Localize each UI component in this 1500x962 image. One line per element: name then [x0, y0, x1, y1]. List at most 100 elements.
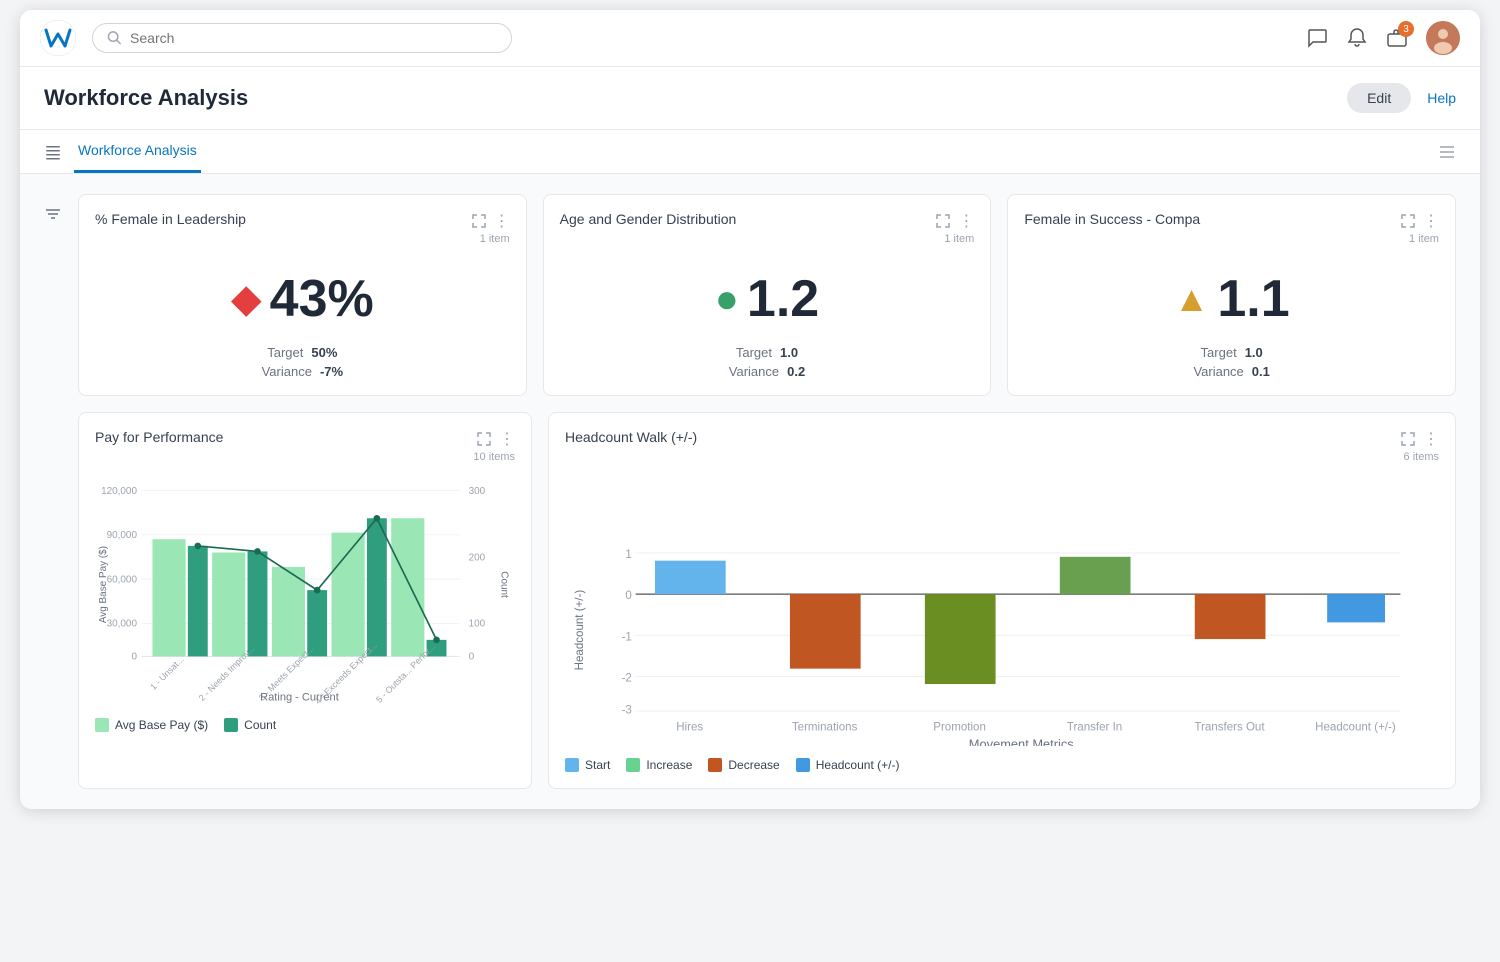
expand-icon-3[interactable] — [1401, 214, 1415, 228]
svg-text:Terminations: Terminations — [792, 721, 858, 733]
metric-indicator-female: ◆ — [231, 276, 262, 322]
item-count-female-success: 1 item — [1024, 233, 1439, 245]
top-row: % Female in Leadership — [78, 194, 1456, 396]
svg-text:Hires: Hires — [676, 721, 703, 733]
bar-count-4 — [367, 518, 387, 656]
card-header-headcount-walk: Headcount Walk (+/-) — [565, 429, 1439, 449]
main-content: % Female in Leadership — [20, 174, 1480, 809]
page-header: Workforce Analysis Edit Help — [20, 67, 1480, 130]
svg-text:-3: -3 — [622, 705, 632, 717]
card-age-gender: Age and Gender Distribution — [543, 194, 992, 396]
content-area: % Female in Leadership — [44, 194, 1456, 789]
headcount-walk-legend: Start Increase Decrease — [565, 758, 1439, 772]
variance-value-female: -7% — [320, 364, 343, 379]
bar-pay-1 — [152, 539, 185, 656]
briefcase-icon[interactable]: 3 — [1386, 27, 1408, 49]
list-icon[interactable] — [44, 143, 62, 161]
card-actions-female-leadership: ⋮ — [472, 211, 510, 231]
svg-text:Headcount (+/-): Headcount (+/-) — [574, 590, 586, 671]
metric-display-female-leadership: ◆ 43% — [95, 269, 510, 329]
svg-text:1: 1 — [625, 549, 631, 561]
bell-icon[interactable] — [1346, 27, 1368, 49]
svg-text:30,000: 30,000 — [107, 619, 138, 630]
app-logo[interactable] — [40, 20, 76, 56]
card-actions-age-gender: ⋮ — [936, 211, 974, 231]
chat-icon[interactable] — [1306, 27, 1328, 49]
card-header-female-leadership: % Female in Leadership — [95, 211, 510, 231]
legend-color-decrease — [708, 758, 722, 772]
card-title-headcount-walk: Headcount Walk (+/-) — [565, 429, 1401, 445]
svg-text:0: 0 — [625, 590, 631, 602]
more-icon-3[interactable]: ⋮ — [1423, 211, 1439, 231]
metric-display-female-success: ▲ 1.1 — [1024, 269, 1439, 329]
target-row-female-success: Target 1.0 — [1024, 345, 1439, 360]
metric-value-female-leadership: 43% — [270, 269, 374, 329]
card-title-female-leadership: % Female in Leadership — [95, 211, 472, 227]
search-input[interactable] — [130, 30, 497, 46]
target-label: Target — [267, 345, 303, 360]
expand-icon[interactable] — [472, 214, 486, 228]
item-count-female-leadership: 1 item — [95, 233, 510, 245]
headcount-walk-chart: 1 0 -1 -2 -3 — [565, 463, 1439, 746]
hc-svg: 1 0 -1 -2 -3 — [565, 463, 1439, 746]
svg-text:Avg Base Pay ($): Avg Base Pay ($) — [98, 546, 109, 623]
more-icon-2[interactable]: ⋮ — [958, 211, 974, 231]
card-title-female-success: Female in Success - Compa — [1024, 211, 1401, 227]
expand-icon-4[interactable] — [477, 432, 491, 446]
svg-text:200: 200 — [469, 552, 486, 563]
more-icon[interactable]: ⋮ — [494, 211, 510, 231]
search-icon — [107, 30, 122, 46]
svg-text:Headcount (+/-): Headcount (+/-) — [1315, 721, 1396, 733]
tab-more-icon[interactable] — [1438, 143, 1456, 161]
tab-workforce-analysis[interactable]: Workforce Analysis — [74, 130, 201, 173]
search-bar[interactable] — [92, 23, 512, 53]
metric-value-female-success: 1.1 — [1217, 269, 1289, 329]
bar-transfers-out — [1195, 594, 1266, 639]
more-icon-4[interactable]: ⋮ — [499, 429, 515, 449]
legend-color-count — [224, 718, 238, 732]
svg-text:60,000: 60,000 — [107, 574, 138, 585]
variance-row-age-gender: Variance 0.2 — [560, 364, 975, 379]
card-pay-performance: Pay for Performance — [78, 412, 532, 789]
svg-text:Promotion: Promotion — [933, 721, 986, 733]
legend-label-avg-base-pay: Avg Base Pay ($) — [115, 718, 208, 732]
dashboard-grid: % Female in Leadership — [78, 194, 1456, 789]
svg-text:300: 300 — [469, 486, 486, 497]
card-actions-pay-performance: ⋮ — [477, 429, 515, 449]
card-header-pay-performance: Pay for Performance — [95, 429, 515, 449]
bar-hires — [655, 561, 726, 594]
expand-icon-2[interactable] — [936, 214, 950, 228]
metric-indicator-female-success: ▲ — [1174, 278, 1210, 320]
card-header-female-success: Female in Success - Compa — [1024, 211, 1439, 231]
bar-promotion — [925, 594, 996, 684]
legend-label-start: Start — [585, 758, 610, 772]
item-count-headcount-walk: 6 items — [565, 451, 1439, 463]
bar-pay-3 — [272, 567, 305, 657]
card-actions-headcount-walk: ⋮ — [1401, 429, 1439, 449]
svg-text:Transfers Out: Transfers Out — [1194, 721, 1265, 733]
top-nav: 3 — [20, 10, 1480, 67]
svg-text:Movement Metrics: Movement Metrics — [969, 736, 1074, 745]
target-value-female: 50% — [311, 345, 337, 360]
more-icon-5[interactable]: ⋮ — [1423, 429, 1439, 449]
pay-performance-legend: Avg Base Pay ($) Count — [95, 718, 515, 732]
help-link[interactable]: Help — [1427, 90, 1456, 106]
svg-text:Transfer In: Transfer In — [1067, 721, 1122, 733]
bar-pay-5 — [391, 518, 424, 656]
legend-count: Count — [224, 718, 276, 732]
app-shell: 3 Workforce Analysis Edit Help — [20, 10, 1480, 809]
metric-details-female-success: Target 1.0 Variance 0.1 — [1024, 345, 1439, 379]
expand-icon-5[interactable] — [1401, 432, 1415, 446]
variance-row-female-success: Variance 0.1 — [1024, 364, 1439, 379]
bar-pay-4 — [332, 533, 365, 657]
metric-indicator-age-gender: ● — [715, 277, 739, 322]
bar-count-2 — [248, 551, 268, 656]
legend-color-avg-base-pay — [95, 718, 109, 732]
legend-label-decrease: Decrease — [728, 758, 779, 772]
filter-icon[interactable] — [44, 206, 62, 224]
legend-headcount: Headcount (+/-) — [796, 758, 900, 772]
card-headcount-walk: Headcount Walk (+/-) — [548, 412, 1456, 789]
edit-button[interactable]: Edit — [1347, 83, 1411, 113]
card-title-age-gender: Age and Gender Distribution — [560, 211, 937, 227]
user-avatar[interactable] — [1426, 21, 1460, 55]
